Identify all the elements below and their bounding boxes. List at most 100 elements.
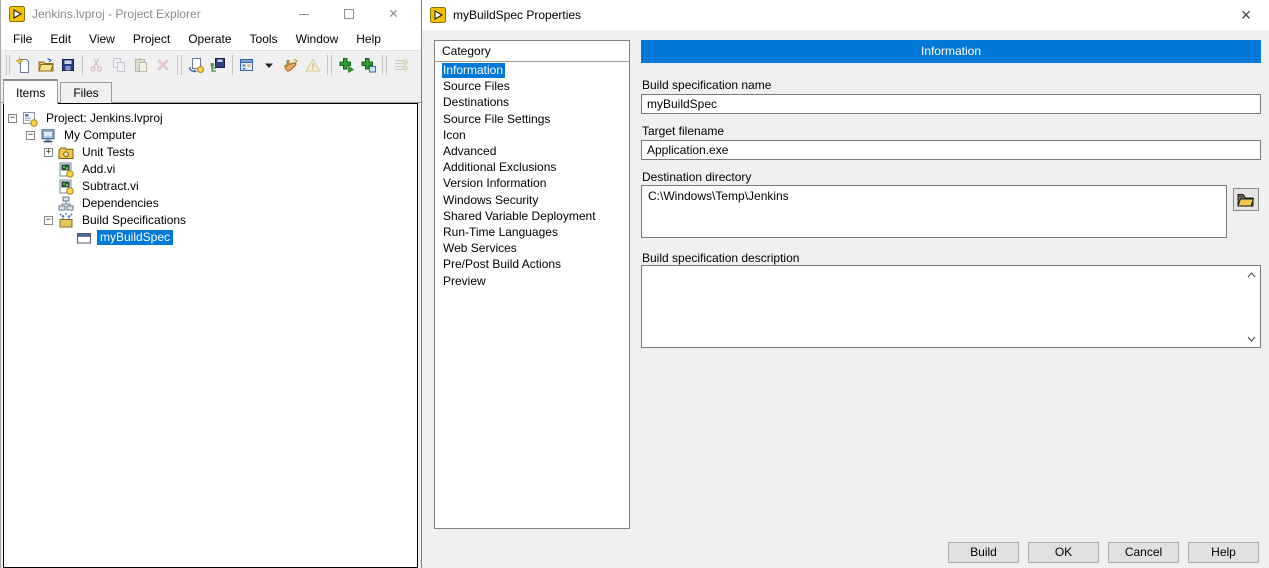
category-item-shared-variable-deployment[interactable]: Shared Variable Deployment bbox=[435, 208, 629, 224]
delete-icon[interactable] bbox=[152, 54, 174, 76]
dropdown-arrow-icon[interactable] bbox=[258, 54, 280, 76]
destination-directory-input[interactable]: C:\Windows\Temp\Jenkins bbox=[641, 185, 1227, 238]
tree-item-label: Unit Tests bbox=[79, 145, 137, 160]
menu-bar: FileEditViewProjectOperateToolsWindowHel… bbox=[1, 28, 421, 50]
paste-icon[interactable] bbox=[130, 54, 152, 76]
category-item-run-time-languages[interactable]: Run-Time Languages bbox=[435, 224, 629, 240]
build-specs-icon bbox=[58, 213, 74, 229]
add-window-icon[interactable] bbox=[357, 54, 379, 76]
app-window-icon bbox=[76, 230, 92, 246]
target-filename-input[interactable] bbox=[641, 140, 1261, 160]
minimize-button[interactable] bbox=[281, 0, 326, 28]
category-list-header: Category bbox=[435, 41, 629, 62]
tree-item-add-vi[interactable]: Add.vi bbox=[4, 161, 417, 178]
tree-item-label: Project: Jenkins.lvproj bbox=[43, 111, 166, 126]
menu-help[interactable]: Help bbox=[347, 28, 390, 50]
category-item-label: Source File Settings bbox=[442, 112, 552, 127]
category-item-pre-post-build-actions[interactable]: Pre/Post Build Actions bbox=[435, 256, 629, 272]
tree-item-label: Dependencies bbox=[79, 196, 162, 211]
menu-project[interactable]: Project bbox=[124, 28, 179, 50]
menu-operate[interactable]: Operate bbox=[179, 28, 240, 50]
scroll-down-icon[interactable] bbox=[1245, 332, 1258, 345]
copy-icon[interactable] bbox=[108, 54, 130, 76]
new-file-icon[interactable] bbox=[13, 54, 35, 76]
project-icon bbox=[22, 111, 38, 127]
collapse-icon[interactable]: − bbox=[8, 114, 17, 123]
save-all-icon[interactable] bbox=[207, 54, 229, 76]
project-explorer-window: Jenkins.lvproj - Project Explorer × File… bbox=[0, 0, 421, 568]
category-item-label: Source Files bbox=[442, 79, 512, 94]
screen: Jenkins.lvproj - Project Explorer × File… bbox=[0, 0, 1269, 568]
vi-icon bbox=[58, 162, 74, 178]
dependencies-icon bbox=[58, 196, 74, 212]
tab-files[interactable]: Files bbox=[60, 82, 111, 104]
add-item-icon[interactable] bbox=[335, 54, 357, 76]
maximize-button[interactable] bbox=[326, 0, 371, 28]
category-item-web-services[interactable]: Web Services bbox=[435, 240, 629, 256]
dialog-close-button[interactable]: × bbox=[1226, 0, 1266, 30]
cancel-button[interactable]: Cancel bbox=[1108, 542, 1179, 563]
menu-file[interactable]: File bbox=[4, 28, 41, 50]
category-item-information[interactable]: Information bbox=[435, 62, 629, 78]
toolbar-separator bbox=[232, 55, 233, 75]
category-item-icon[interactable]: Icon bbox=[435, 127, 629, 143]
build-button[interactable]: Build bbox=[948, 542, 1019, 563]
computer-icon bbox=[40, 128, 56, 144]
tree-item-build-specifications[interactable]: −Build Specifications bbox=[4, 212, 417, 229]
help-button[interactable]: Help bbox=[1188, 542, 1259, 563]
menu-edit[interactable]: Edit bbox=[41, 28, 80, 50]
menu-view[interactable]: View bbox=[80, 28, 124, 50]
category-item-destinations[interactable]: Destinations bbox=[435, 94, 629, 110]
tree-item-label: Add.vi bbox=[79, 162, 118, 177]
build-spec-name-input[interactable] bbox=[641, 94, 1261, 114]
warning-icon[interactable] bbox=[302, 54, 324, 76]
labview-app-icon bbox=[9, 6, 25, 22]
category-items: InformationSource FilesDestinations Sourc… bbox=[435, 62, 629, 289]
category-item-preview[interactable]: Preview bbox=[435, 273, 629, 289]
project-tree: −Project: Jenkins.lvproj−My Computer+Uni… bbox=[3, 103, 418, 568]
collapse-icon[interactable]: − bbox=[44, 216, 53, 225]
list-settings-icon[interactable] bbox=[390, 54, 412, 76]
category-item-advanced[interactable]: Advanced bbox=[435, 143, 629, 159]
tree-item-project-jenkins-lvproj[interactable]: − Project: Jenkins.lvproj bbox=[4, 110, 417, 127]
destination-directory-label: Destination directory bbox=[642, 170, 751, 184]
expand-icon[interactable]: + bbox=[44, 148, 53, 157]
cut-icon[interactable] bbox=[86, 54, 108, 76]
description-scrollbar[interactable] bbox=[1243, 266, 1260, 347]
toolbar-separator bbox=[177, 55, 182, 75]
menu-tools[interactable]: Tools bbox=[241, 28, 287, 50]
hand-edit-icon[interactable] bbox=[280, 54, 302, 76]
tree-item-my-computer[interactable]: −My Computer bbox=[4, 127, 417, 144]
toolbar-separator bbox=[82, 55, 83, 75]
tab-items[interactable]: Items bbox=[3, 79, 58, 104]
update-icon[interactable] bbox=[185, 54, 207, 76]
tree-item-subtract-vi[interactable]: Subtract.vi bbox=[4, 178, 417, 195]
save-icon[interactable] bbox=[57, 54, 79, 76]
tree-item-unit-tests[interactable]: + Unit Tests bbox=[4, 144, 417, 161]
window-grid-icon[interactable] bbox=[236, 54, 258, 76]
category-item-source-file-settings[interactable]: Source File Settings bbox=[435, 111, 629, 127]
category-item-label: Windows Security bbox=[442, 193, 540, 208]
vi-icon bbox=[58, 179, 74, 195]
dialog-title: myBuildSpec Properties bbox=[453, 8, 581, 22]
category-item-source-files[interactable]: Source Files bbox=[435, 78, 629, 94]
category-item-label: Version Information bbox=[442, 176, 548, 191]
build-spec-properties-dialog: myBuildSpec Properties × Category Inform… bbox=[421, 0, 1269, 568]
category-item-label: Additional Exclusions bbox=[442, 160, 558, 175]
close-button[interactable]: × bbox=[371, 0, 416, 28]
category-item-version-information[interactable]: Version Information bbox=[435, 175, 629, 191]
scroll-up-icon[interactable] bbox=[1245, 268, 1258, 281]
toolbar bbox=[1, 50, 421, 79]
tree-item-mybuildspec[interactable]: myBuildSpec bbox=[4, 229, 417, 246]
collapse-icon[interactable]: − bbox=[26, 131, 35, 140]
build-spec-description-input[interactable] bbox=[642, 266, 1243, 347]
ok-button[interactable]: OK bbox=[1028, 542, 1099, 563]
browse-folder-button[interactable] bbox=[1233, 188, 1259, 211]
menu-window[interactable]: Window bbox=[287, 28, 348, 50]
open-folder-icon[interactable] bbox=[35, 54, 57, 76]
category-item-additional-exclusions[interactable]: Additional Exclusions bbox=[435, 159, 629, 175]
toolbar-separator bbox=[327, 55, 332, 75]
tree-item-dependencies[interactable]: Dependencies bbox=[4, 195, 417, 212]
project-explorer-titlebar: Jenkins.lvproj - Project Explorer × bbox=[1, 0, 421, 28]
category-item-windows-security[interactable]: Windows Security bbox=[435, 192, 629, 208]
